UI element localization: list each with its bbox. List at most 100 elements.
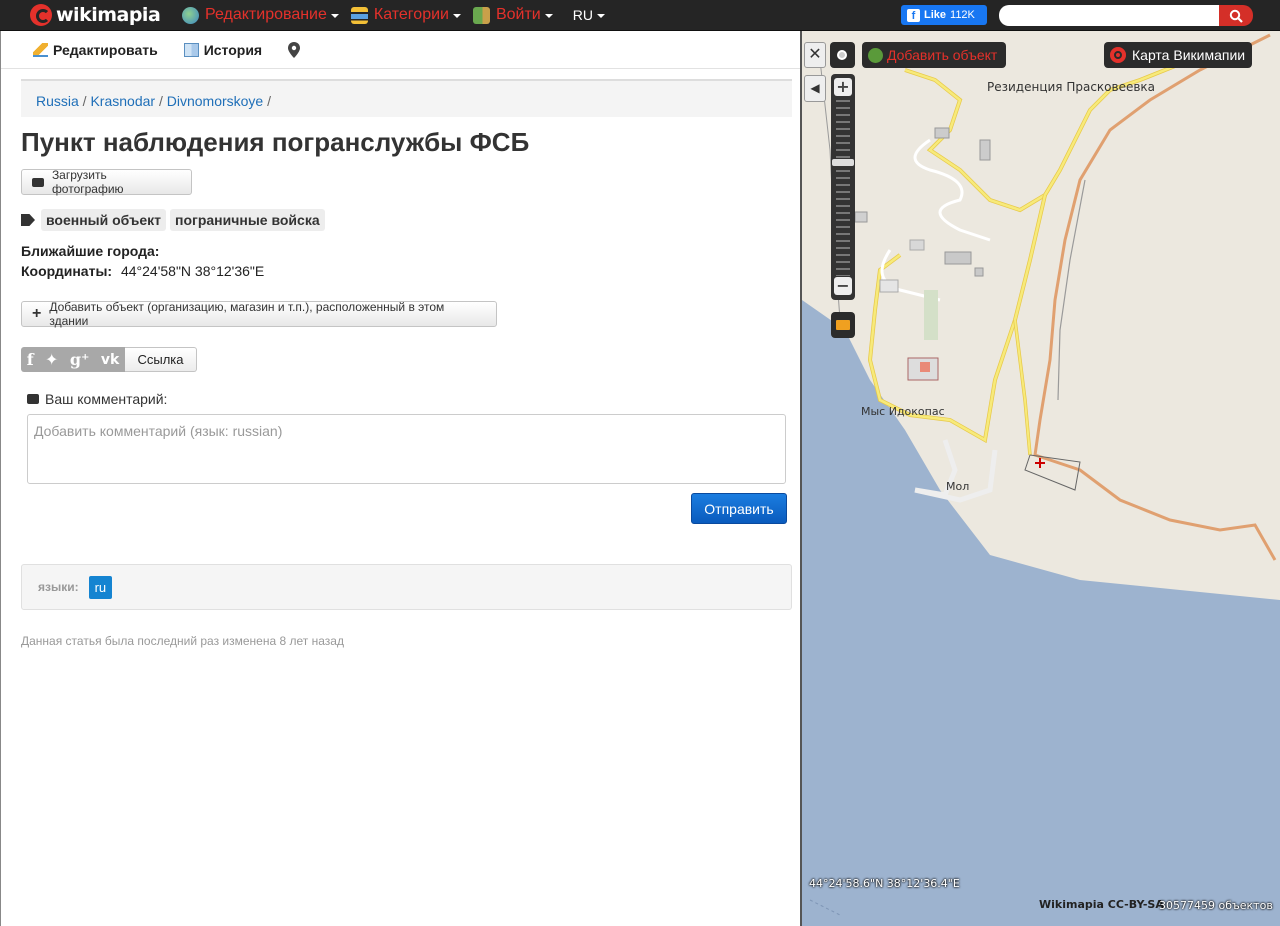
chevron-down-icon: [544, 14, 553, 18]
google-plus-icon[interactable]: g⁺: [70, 350, 90, 369]
object-info-panel: Редактировать История Russia / Krasnodar…: [0, 31, 802, 926]
wikimapia-logo[interactable]: wikimapia: [30, 4, 170, 26]
logo-text: wikimapia: [56, 4, 161, 26]
comment-icon: [27, 394, 39, 404]
history-button[interactable]: История: [183, 41, 263, 58]
zoom-handle[interactable]: [832, 159, 854, 166]
coordinates-label: Координаты:: [21, 263, 113, 279]
ruler-button[interactable]: [831, 312, 855, 338]
facebook-like-button[interactable]: f Like 112K: [901, 5, 987, 25]
add-object-in-building-button[interactable]: + Добавить объект (организацию, магазин …: [21, 300, 497, 328]
zoom-slider[interactable]: + −: [831, 74, 855, 300]
camera-icon: [32, 177, 44, 187]
upload-photo-label: Загрузить фотографию: [51, 168, 124, 196]
arrow-left-icon: ◀: [810, 81, 820, 95]
wikimapia-logo-icon: [30, 4, 52, 26]
facebook-icon[interactable]: f: [27, 350, 34, 369]
comment-label: Ваш комментарий:: [27, 391, 167, 407]
edit-button[interactable]: Редактировать: [33, 42, 158, 58]
last-edited-note: Данная статья была последний раз изменен…: [21, 634, 344, 648]
nearest-cities: Ближайшие города:: [21, 243, 159, 259]
comment-input[interactable]: [27, 414, 786, 484]
share-link-button[interactable]: Ссылка: [125, 347, 197, 372]
map-copyright[interactable]: Wikimapia CC-BY-SA: [1039, 898, 1164, 911]
edit-label: Редактировать: [53, 41, 158, 58]
zoom-out-button[interactable]: −: [834, 277, 852, 295]
tag-border-troops[interactable]: пограничные войска: [170, 209, 325, 231]
languages-box: языки: ru: [21, 564, 792, 610]
breadcrumb-locality[interactable]: Divnomorskoye: [167, 93, 263, 109]
minus-icon: −: [836, 276, 850, 295]
search-button[interactable]: [1219, 5, 1253, 26]
languages-label: языки:: [38, 580, 79, 594]
show-on-map-button[interactable]: [288, 41, 301, 58]
add-object-in-building-label: Добавить объект (организацию, магазин и …: [49, 300, 445, 328]
upload-photo-button[interactable]: Загрузить фотографию: [21, 168, 192, 196]
menu-categories-label: Категории: [373, 6, 449, 23]
vk-icon[interactable]: vk: [101, 352, 119, 368]
map-coordinate-readout: 44°24'58.6"N 38°12'36.4"E: [809, 877, 960, 890]
chevron-down-icon: [452, 14, 461, 18]
close-icon: ✕: [808, 46, 822, 63]
map-pin-icon: [288, 41, 301, 58]
main-menu: Редактирование Категории Войти RU: [170, 0, 605, 31]
wikimapia-map-button[interactable]: Карта Викимапии: [1104, 42, 1252, 68]
collapse-panel-button[interactable]: ◀: [804, 75, 826, 102]
edit-globe-icon: [182, 6, 199, 24]
categories-icon: [350, 6, 368, 24]
target-icon: [837, 50, 847, 60]
object-toolbar: Редактировать История: [1, 31, 800, 69]
page-title: Пункт наблюдения погранслужбы ФСБ: [21, 127, 530, 157]
map-label-residence: Резиденция Прасковеевка: [987, 80, 1156, 94]
add-object-map-button[interactable]: Добавить объект: [862, 42, 1006, 68]
language-badge-ru[interactable]: ru: [88, 575, 113, 599]
twitter-icon[interactable]: ✦: [45, 350, 58, 369]
top-navigation-bar: wikimapia Редактирование Категории Войти…: [0, 0, 1280, 31]
add-object-icon: [868, 47, 883, 63]
plus-icon: +: [32, 305, 42, 322]
add-object-map-label: Добавить объект: [887, 47, 998, 63]
tags-list: военный объект пограничные войска: [21, 209, 325, 231]
chevron-down-icon: [330, 14, 339, 18]
menu-categories[interactable]: Категории: [350, 6, 461, 24]
facebook-icon: f: [907, 8, 920, 22]
login-icon: [472, 6, 490, 24]
language-selector[interactable]: RU: [573, 7, 605, 23]
tag-military[interactable]: военный объект: [41, 209, 166, 231]
close-panel-button[interactable]: ✕: [804, 42, 826, 68]
tags-icon: [21, 214, 35, 226]
breadcrumb-country[interactable]: Russia: [36, 93, 79, 109]
zoom-track[interactable]: [836, 100, 850, 276]
history-label: История: [203, 41, 263, 58]
breadcrumb: Russia / Krasnodar / Divnomorskoye /: [21, 79, 792, 117]
locate-button[interactable]: [830, 42, 855, 68]
history-book-icon: [183, 42, 199, 57]
menu-editing-label: Редактирование: [205, 6, 327, 23]
zoom-in-button[interactable]: +: [834, 78, 852, 96]
share-icons: f ✦ g⁺ vk: [21, 347, 125, 372]
comment-label-text: Ваш комментарий:: [45, 391, 168, 407]
coordinates-value[interactable]: 44°24'58"N 38°12'36"E: [121, 263, 264, 279]
language-label: RU: [572, 7, 593, 23]
share-bar: f ✦ g⁺ vk Ссылка: [21, 347, 197, 372]
coordinates: Координаты: 44°24'58"N 38°12'36"E: [21, 263, 264, 279]
like-count: 112K: [950, 9, 975, 21]
map-label-pier: Мол: [946, 480, 970, 493]
wikimapia-logo-icon: [1110, 47, 1126, 63]
object-count: 30577459 объектов: [1159, 899, 1273, 912]
breadcrumb-region[interactable]: Krasnodar: [90, 93, 155, 109]
menu-login[interactable]: Войти: [472, 6, 553, 24]
send-comment-button[interactable]: Отправить: [691, 493, 787, 524]
menu-login-label: Войти: [495, 6, 541, 23]
menu-editing[interactable]: Редактирование: [182, 6, 339, 24]
search-input[interactable]: [999, 5, 1219, 26]
wikimapia-map-label: Карта Викимапии: [1132, 47, 1246, 63]
chevron-down-icon: [596, 14, 605, 18]
search-box: [999, 5, 1253, 26]
search-icon: [1229, 9, 1243, 23]
ruler-icon: [836, 320, 850, 330]
plus-icon: +: [836, 77, 850, 96]
pencil-icon: [33, 42, 48, 57]
like-label: Like: [924, 9, 947, 21]
map-label-cape: Мыс Идокопас: [861, 405, 945, 418]
